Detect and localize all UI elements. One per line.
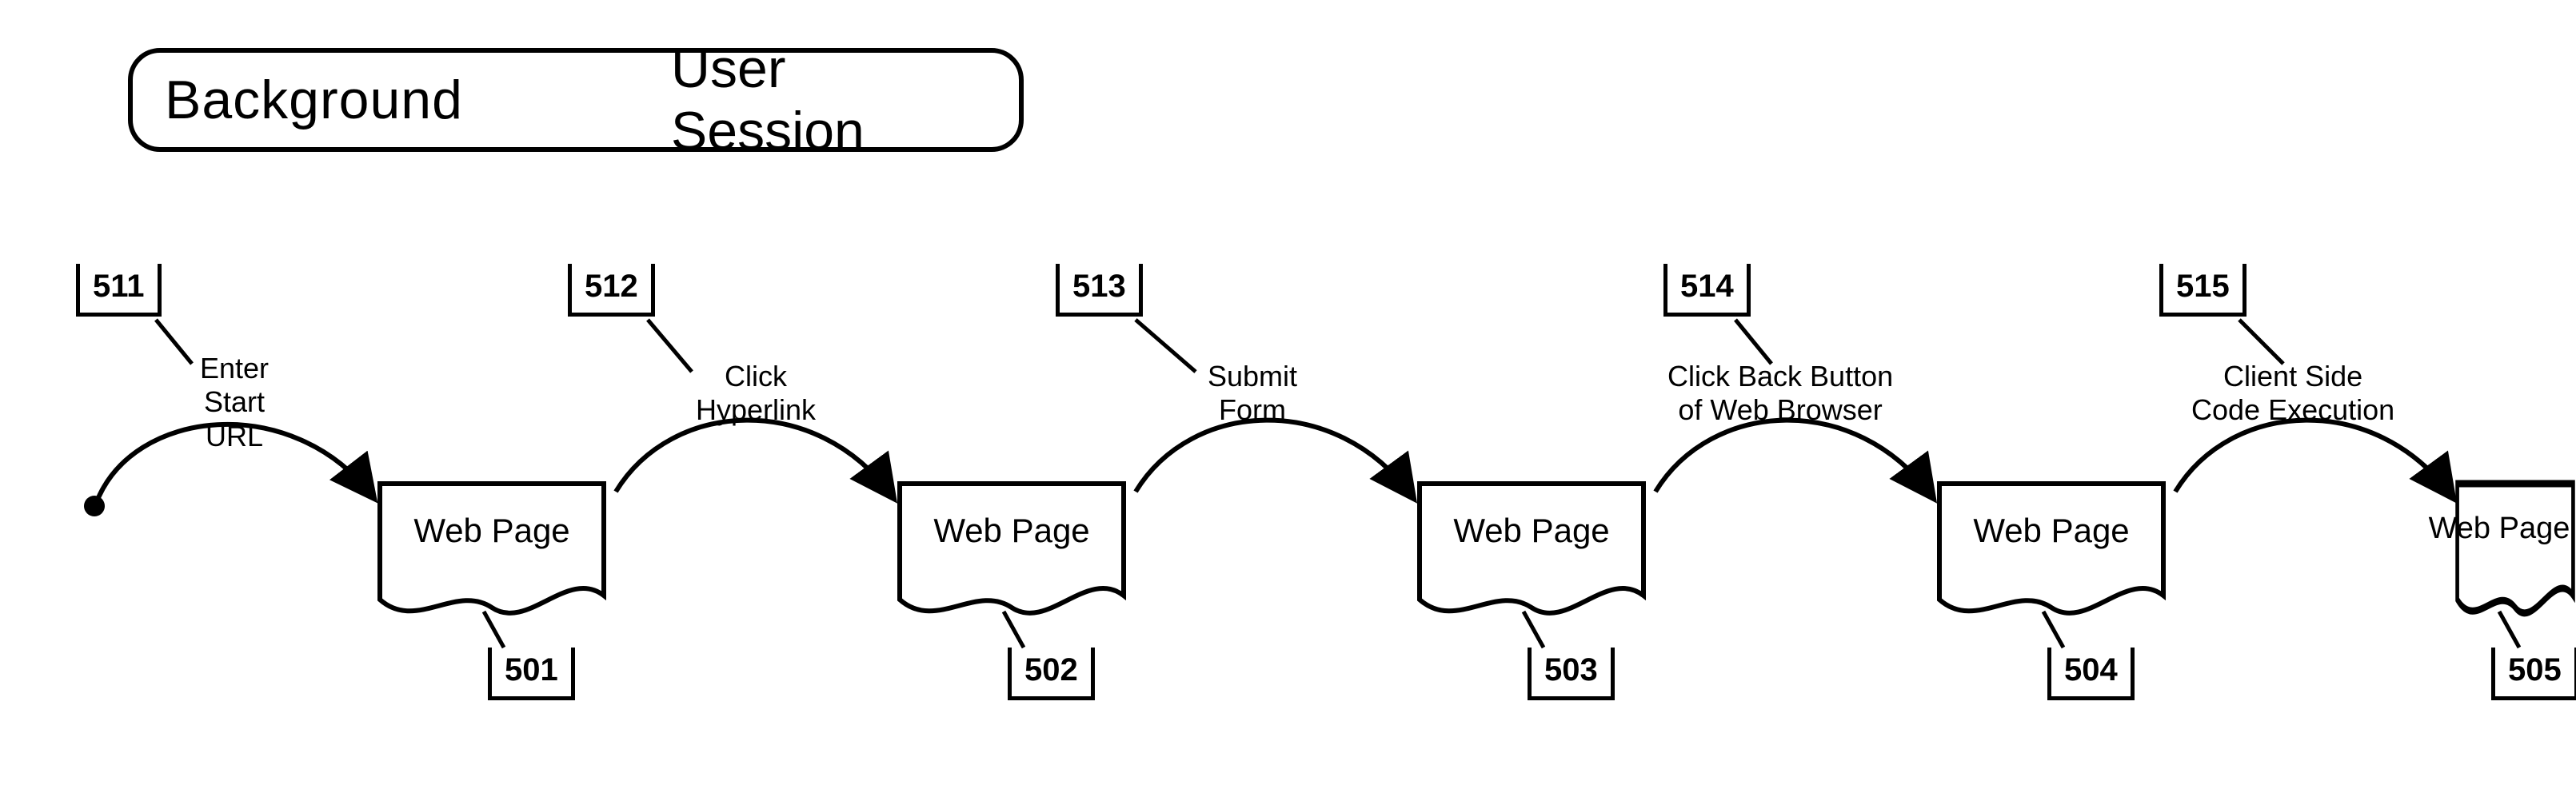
action-5-line-2: Code Execution: [2191, 393, 2394, 426]
ref-501-leader: [480, 608, 512, 652]
action-2-line-1: Click: [725, 360, 787, 393]
ref-505: 505: [2491, 648, 2576, 700]
ref-511-leader: [152, 316, 200, 372]
ref-514: 514: [1663, 264, 1751, 317]
document-icon: [2455, 480, 2575, 624]
page-node-1: Web Page: [376, 480, 608, 624]
ref-511: 511: [76, 264, 162, 317]
page-5-label: Web Page: [2429, 512, 2570, 546]
ref-502: 502: [1008, 648, 1095, 700]
action-1-line-1: Enter: [200, 352, 269, 385]
document-icon: [1935, 480, 2167, 624]
action-2-line-2: Hyperlink: [696, 393, 816, 426]
document-icon: [896, 480, 1128, 624]
page-node-3: Web Page: [1416, 480, 1647, 624]
ref-504: 504: [2047, 648, 2135, 700]
ref-504-leader: [2039, 608, 2071, 652]
page-3-label: Web Page: [1453, 512, 1609, 550]
action-1-label: Enter Start URL: [200, 352, 269, 453]
action-4-line-2: of Web Browser: [1678, 393, 1882, 426]
document-icon: [1416, 480, 1647, 624]
diagram-canvas: Background User Session Enter Start URL …: [0, 0, 2576, 809]
ref-505-leader: [2495, 608, 2527, 652]
page-node-2: Web Page: [896, 480, 1128, 624]
action-3-line-1: Submit: [1208, 360, 1297, 393]
ref-501: 501: [488, 648, 575, 700]
ref-515-leader: [2235, 316, 2291, 372]
title-left: Background: [165, 69, 463, 131]
ref-502-leader: [1000, 608, 1032, 652]
page-1-label: Web Page: [413, 512, 569, 550]
ref-512: 512: [568, 264, 655, 317]
ref-513-leader: [1132, 316, 1204, 380]
ref-515: 515: [2159, 264, 2247, 317]
title-box: Background User Session: [128, 48, 1024, 152]
action-4-line-1: Click Back Button: [1667, 360, 1893, 393]
action-5-label: Client Side Code Execution: [2191, 360, 2394, 428]
title-right: User Session: [671, 38, 987, 162]
page-4-label: Web Page: [1973, 512, 2129, 550]
action-1-line-2: Start: [204, 385, 265, 418]
page-2-label: Web Page: [933, 512, 1089, 550]
action-3-label: Submit Form: [1208, 360, 1297, 428]
action-2-label: Click Hyperlink: [696, 360, 816, 428]
action-3-line-2: Form: [1219, 393, 1286, 426]
ref-514-leader: [1731, 316, 1779, 372]
ref-512-leader: [644, 316, 700, 380]
document-icon: [376, 480, 608, 624]
page-node-4: Web Page: [1935, 480, 2167, 624]
ref-503: 503: [1528, 648, 1615, 700]
action-4-label: Click Back Button of Web Browser: [1667, 360, 1893, 428]
action-1-line-3: URL: [206, 420, 263, 452]
ref-503-leader: [1520, 608, 1552, 652]
ref-513: 513: [1056, 264, 1143, 317]
page-node-5: Web Page: [2455, 480, 2575, 624]
